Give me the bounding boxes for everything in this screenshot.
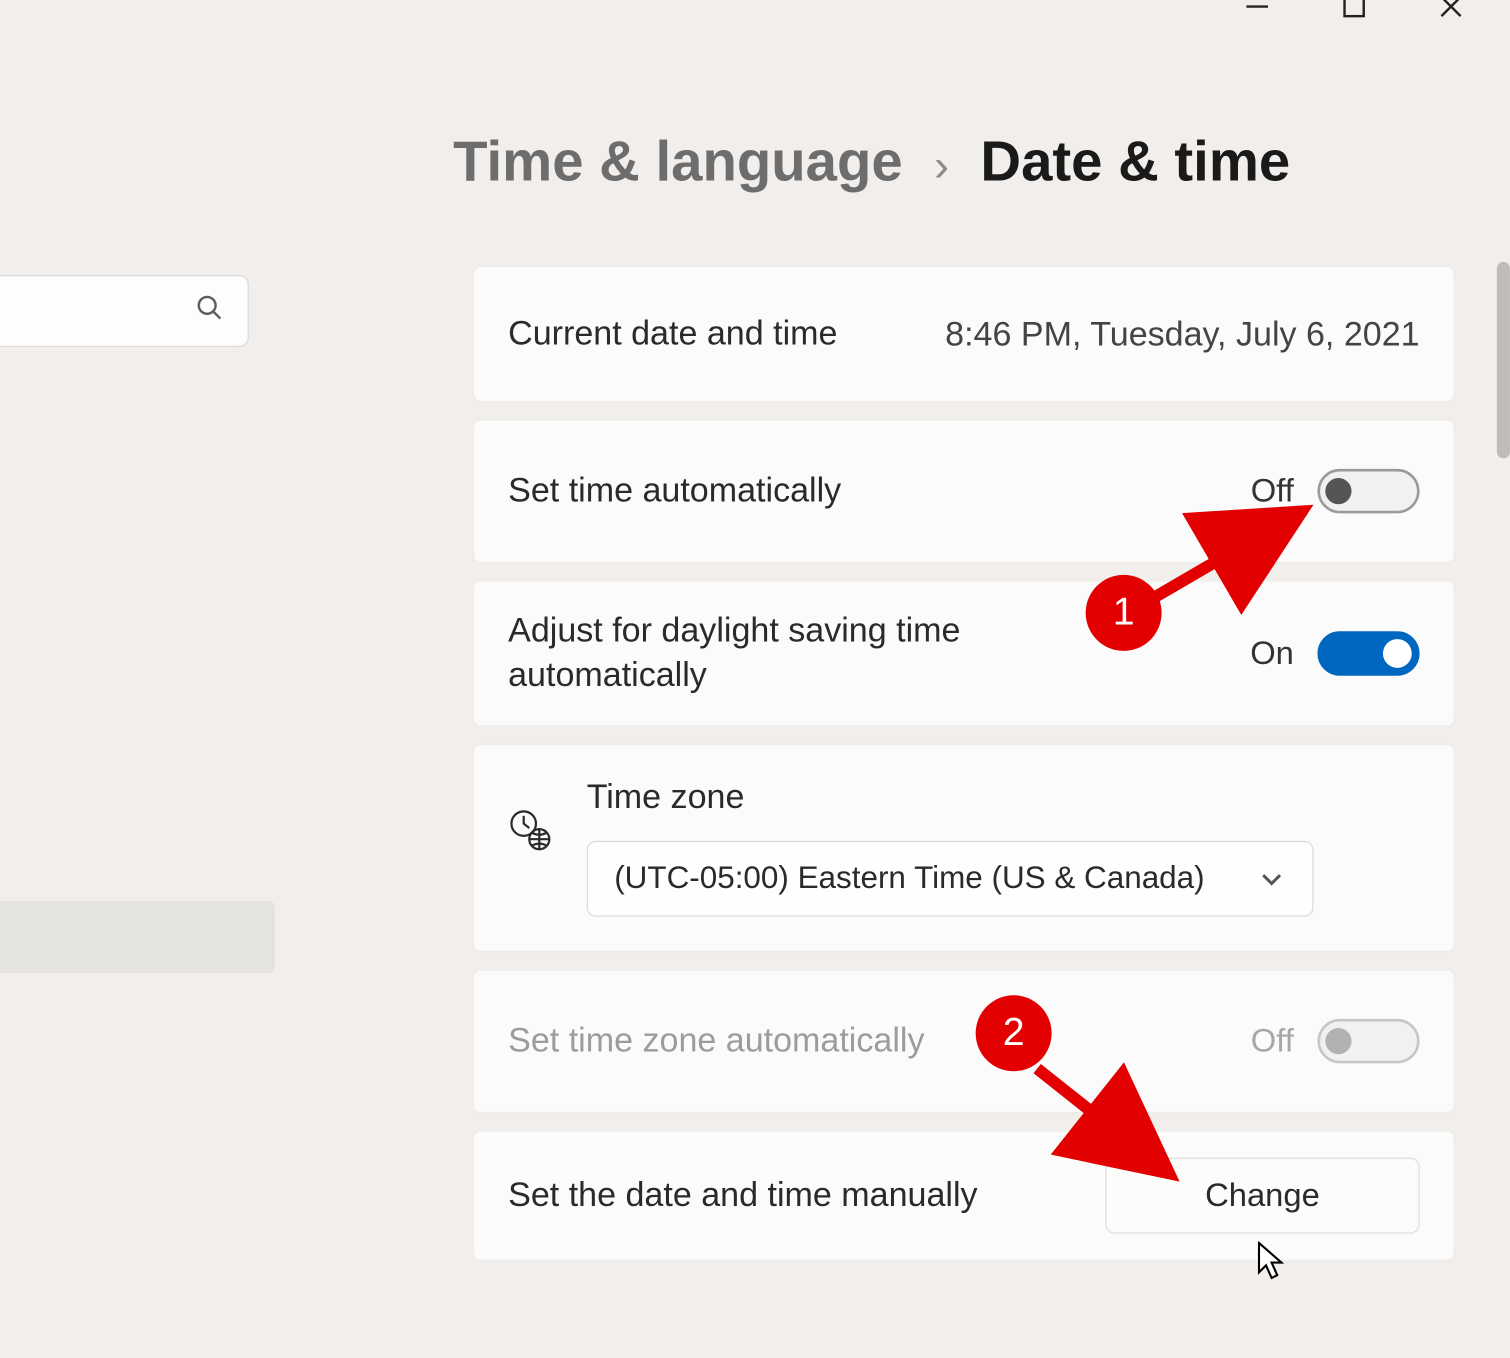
search-input[interactable] (0, 275, 249, 347)
set-tz-auto-toggle (1317, 1019, 1419, 1064)
chevron-down-icon (1257, 864, 1286, 893)
timezone-card: Time zone (UTC-05:00) Eastern Time (US &… (473, 744, 1455, 952)
manual-datetime-card: Set the date and time manually Change (473, 1130, 1455, 1261)
sidebar-selected-item[interactable] (0, 901, 275, 973)
set-time-auto-toggle[interactable] (1317, 469, 1419, 514)
window-controls (1238, 0, 1510, 26)
set-time-auto-card: Set time automatically Off (473, 419, 1455, 563)
current-datetime-card: Current date and time 8:46 PM, Tuesday, … (473, 266, 1455, 402)
close-button[interactable] (1431, 0, 1470, 26)
chevron-right-icon: › (934, 141, 949, 192)
breadcrumb: Time & language › Date & time (453, 131, 1290, 195)
dst-state: On (1250, 635, 1294, 673)
manual-datetime-label: Set the date and time manually (508, 1174, 977, 1218)
timezone-label: Time zone (587, 777, 1420, 818)
maximize-button[interactable] (1334, 0, 1373, 26)
set-time-auto-label: Set time automatically (508, 469, 841, 513)
dst-card: Adjust for daylight saving time automati… (473, 580, 1455, 727)
timezone-select[interactable]: (UTC-05:00) Eastern Time (US & Canada) (587, 841, 1314, 917)
timezone-icon (508, 808, 553, 859)
settings-list: Current date and time 8:46 PM, Tuesday, … (473, 266, 1455, 1261)
set-tz-auto-card: Set time zone automatically Off (473, 969, 1455, 1113)
set-tz-auto-label: Set time zone automatically (508, 1019, 924, 1063)
dst-toggle[interactable] (1317, 631, 1419, 676)
current-datetime-value: 8:46 PM, Tuesday, July 6, 2021 (945, 314, 1419, 355)
set-time-auto-state: Off (1251, 472, 1294, 510)
breadcrumb-parent[interactable]: Time & language (453, 131, 903, 195)
timezone-selected-value: (UTC-05:00) Eastern Time (US & Canada) (614, 860, 1204, 897)
set-tz-auto-state: Off (1251, 1022, 1294, 1060)
breadcrumb-current: Date & time (980, 131, 1290, 195)
change-button[interactable]: Change (1105, 1158, 1419, 1234)
dst-label: Adjust for daylight saving time automati… (508, 609, 1032, 698)
minimize-button[interactable] (1238, 0, 1277, 26)
search-icon (195, 293, 224, 328)
current-datetime-label: Current date and time (508, 312, 837, 356)
vertical-scrollbar[interactable] (1497, 262, 1510, 458)
